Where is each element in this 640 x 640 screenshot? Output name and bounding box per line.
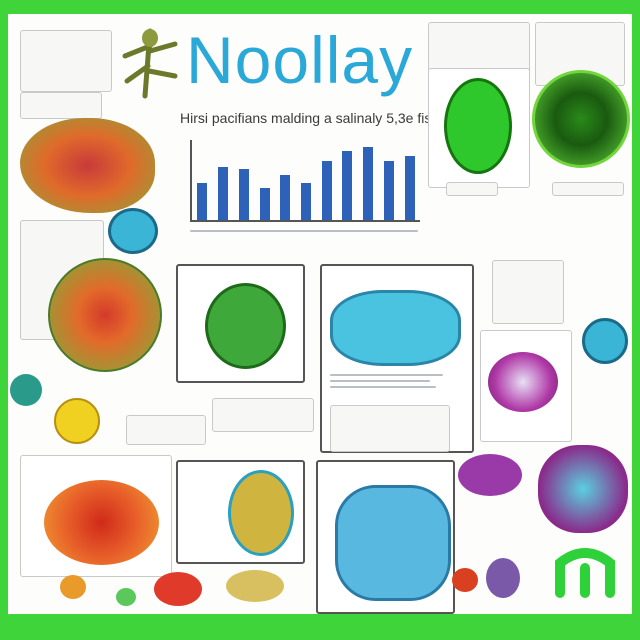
green-frame-bottom xyxy=(0,614,640,640)
red-organ-illustration xyxy=(44,480,159,565)
purple-sphere-illustration xyxy=(486,558,520,598)
blue-organ-illustration xyxy=(335,485,451,601)
line-chart-card xyxy=(212,398,314,432)
green-sphere-illustration xyxy=(116,588,136,606)
yellow-sphere-illustration xyxy=(226,570,284,602)
chart-bar xyxy=(301,182,311,220)
chart-bar xyxy=(238,169,249,220)
poster-title: Noollay xyxy=(186,23,414,97)
red-sphere-illustration xyxy=(154,572,202,606)
chart-bar xyxy=(321,161,332,220)
orange-sphere-illustration xyxy=(60,575,86,599)
blue-cell-illustration xyxy=(582,318,628,364)
chart-bar xyxy=(197,182,208,220)
chart-bar xyxy=(259,188,270,220)
chart-bar xyxy=(280,174,291,220)
text-card xyxy=(492,260,564,324)
yellow-organ-illustration xyxy=(228,470,294,556)
text-lines xyxy=(330,370,455,392)
purple-organ-illustration xyxy=(538,445,628,533)
label-card xyxy=(552,182,624,196)
line-chart-card xyxy=(330,405,450,452)
chart-bar xyxy=(342,150,353,220)
radial-organism-illustration xyxy=(48,258,162,372)
blue-organ-illustration xyxy=(330,290,461,366)
green-cell-illustration xyxy=(444,78,512,174)
chart-bar xyxy=(383,161,394,220)
green-plant-illustration xyxy=(555,548,615,598)
green-frame-top xyxy=(0,0,640,14)
text-card xyxy=(20,30,112,92)
blue-cell-illustration xyxy=(108,208,158,254)
chart-axis-labels xyxy=(190,226,418,236)
green-frame-left xyxy=(0,0,8,640)
green-leaf-illustration xyxy=(205,283,286,369)
yellow-sphere-illustration xyxy=(54,398,100,444)
plant-illustration xyxy=(122,28,178,99)
teal-sphere-illustration xyxy=(10,374,42,406)
label-card xyxy=(446,182,498,196)
red-sphere-illustration xyxy=(452,568,478,592)
bar-chart xyxy=(190,140,420,222)
text-card xyxy=(20,92,102,119)
green-frame-right xyxy=(632,0,640,640)
chart-bar xyxy=(218,166,229,220)
poster-subtitle: Hirsi pacifians malding a salinaly 5,3e … xyxy=(180,110,432,126)
chart-bar xyxy=(363,146,374,220)
text-card xyxy=(126,415,206,445)
purple-cell-illustration xyxy=(488,352,558,412)
green-sphere-illustration xyxy=(532,70,630,168)
chart-bar xyxy=(404,156,415,220)
purple-cell-illustration xyxy=(458,454,522,496)
poster-canvas: Noollay Hirsi pacifians malding a salina… xyxy=(0,0,640,640)
orange-organ-illustration xyxy=(20,118,155,213)
